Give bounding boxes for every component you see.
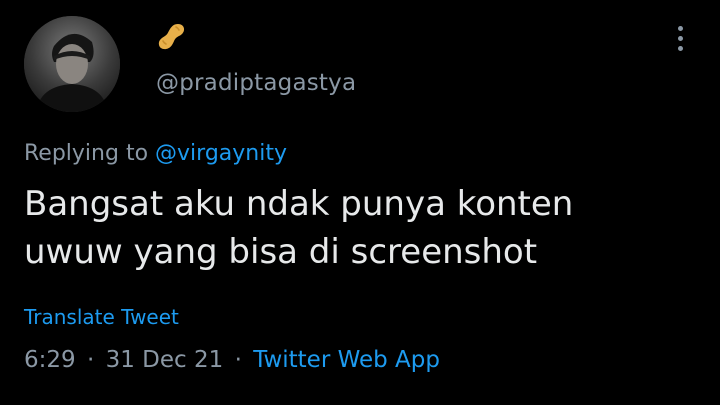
avatar[interactable] — [24, 16, 120, 112]
meta-separator: · — [86, 347, 95, 373]
display-name[interactable] — [156, 20, 186, 54]
replying-prefix: Replying to — [24, 141, 149, 166]
more-dot — [677, 25, 683, 31]
more-options-icon[interactable] — [668, 20, 692, 56]
tweet-time[interactable]: 6:29 — [24, 347, 76, 373]
tweet-card: @pradiptagastya Replying to @virgaynity … — [0, 0, 720, 405]
peanut-icon — [158, 24, 185, 50]
translate-tweet-link[interactable]: Translate Tweet — [24, 305, 179, 329]
avatar-photo-icon — [24, 16, 120, 112]
tweet-source-link[interactable]: Twitter Web App — [253, 347, 440, 373]
reply-target-link[interactable]: @virgaynity — [155, 141, 287, 166]
tweet-metadata: 6:29 · 31 Dec 21 · Twitter Web App — [24, 347, 440, 373]
tweet-text-line: Bangsat aku ndak punya konten — [24, 184, 574, 224]
tweet-date[interactable]: 31 Dec 21 — [106, 347, 224, 373]
tweet-text: Bangsat aku ndak punya konten uwuw yang … — [24, 180, 684, 276]
more-dot — [677, 45, 683, 51]
more-dot — [677, 35, 683, 41]
replying-to: Replying to @virgaynity — [24, 141, 287, 166]
meta-separator: · — [234, 347, 242, 373]
author-handle[interactable]: @pradiptagastya — [156, 70, 356, 96]
tweet-text-line: uwuw yang bisa di screenshot — [24, 232, 538, 272]
